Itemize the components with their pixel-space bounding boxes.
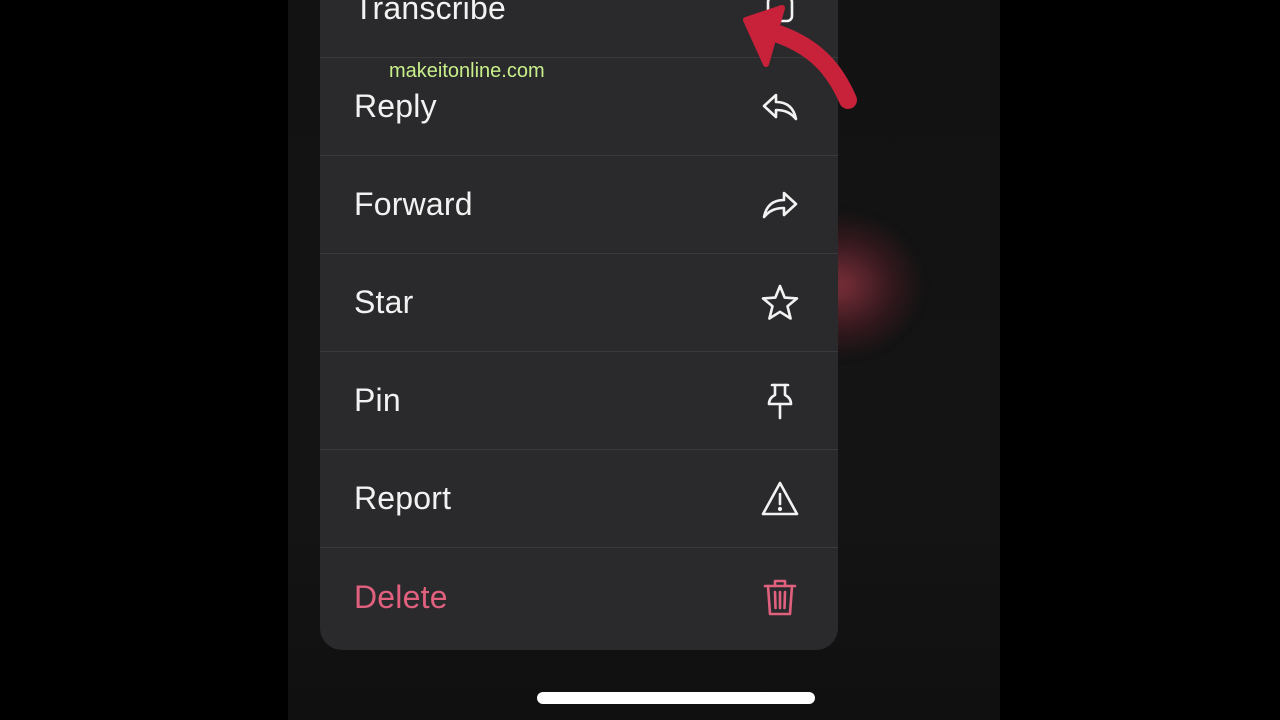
menu-item-star[interactable]: Star xyxy=(320,254,838,352)
forward-icon xyxy=(758,183,802,227)
watermark: makeitonline.com xyxy=(389,60,545,82)
menu-item-label: Pin xyxy=(354,382,401,418)
screen: Transcribe Reply Forward Star Pin Report… xyxy=(0,0,1280,720)
star-icon xyxy=(758,281,802,325)
menu-item-label: Forward xyxy=(354,186,473,222)
menu-item-delete[interactable]: Delete xyxy=(320,548,838,646)
curved-arrow-icon xyxy=(743,5,857,109)
menu-item-label: Reply xyxy=(354,88,437,124)
menu-item-report[interactable]: Report xyxy=(320,450,838,548)
menu-item-label: Delete xyxy=(354,578,448,615)
menu-item-forward[interactable]: Forward xyxy=(320,156,838,254)
trash-icon xyxy=(758,575,802,619)
pin-icon xyxy=(758,379,802,423)
home-indicator[interactable] xyxy=(537,692,815,704)
menu-item-label: Star xyxy=(354,284,414,320)
warning-icon xyxy=(758,477,802,521)
menu-item-label: Transcribe xyxy=(354,0,506,26)
menu-item-pin[interactable]: Pin xyxy=(320,352,838,450)
menu-item-label: Report xyxy=(354,480,452,516)
